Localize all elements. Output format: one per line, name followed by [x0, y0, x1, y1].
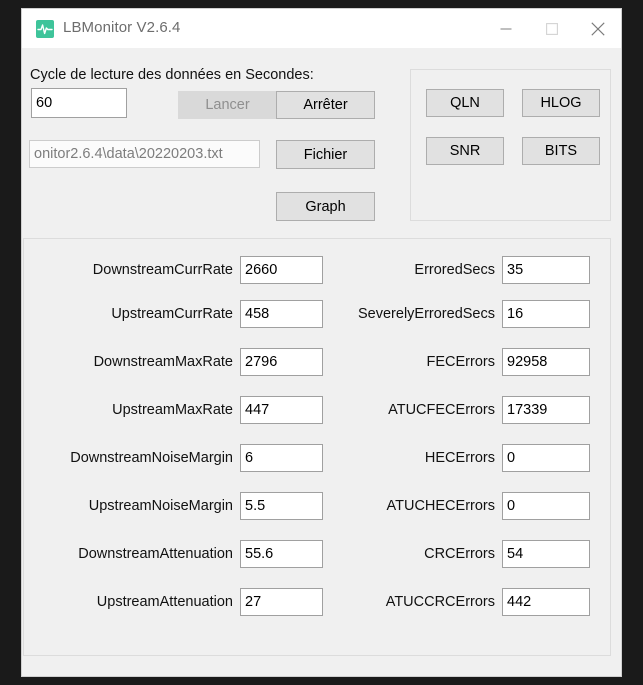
maximize-icon: [546, 22, 558, 35]
bits-button[interactable]: BITS: [522, 137, 600, 165]
minimize-icon: [500, 27, 512, 30]
stat-value-severely-errored-secs[interactable]: 16: [502, 300, 590, 328]
cycle-seconds-input[interactable]: [31, 88, 127, 118]
stat-label-atuc-fec-errors: ATUCFECErrors: [388, 402, 495, 418]
stat-value-downstream-attenuation[interactable]: 55.6: [240, 540, 323, 568]
close-icon: [591, 21, 605, 36]
stat-value-atuc-hec-errors[interactable]: 0: [502, 492, 590, 520]
stat-value-crc-errors[interactable]: 54: [502, 540, 590, 568]
file-button[interactable]: Fichier: [276, 140, 375, 169]
stat-label-upstream-max-rate: UpstreamMaxRate: [112, 402, 233, 418]
qln-button[interactable]: QLN: [426, 89, 504, 117]
stat-value-upstream-noise-margin[interactable]: 5.5: [240, 492, 323, 520]
stat-label-downstream-max-rate: DownstreamMaxRate: [93, 354, 233, 370]
hlog-button[interactable]: HLOG: [522, 89, 600, 117]
stat-label-fec-errors: FECErrors: [426, 354, 495, 370]
stat-value-upstream-attenuation[interactable]: 27: [240, 588, 323, 616]
graph-button[interactable]: Graph: [276, 192, 375, 221]
start-button[interactable]: Lancer: [178, 91, 277, 119]
stat-label-severely-errored-secs: SeverelyErroredSecs: [358, 306, 495, 322]
stat-label-downstream-noise-margin: DownstreamNoiseMargin: [70, 450, 233, 466]
pulse-waveform-icon: [36, 20, 54, 38]
stat-label-errored-secs: ErroredSecs: [414, 262, 495, 278]
window-title: LBMonitor V2.6.4: [63, 19, 181, 36]
stat-label-crc-errors: CRCErrors: [424, 546, 495, 562]
stat-label-upstream-noise-margin: UpstreamNoiseMargin: [88, 498, 233, 514]
close-button[interactable]: [575, 9, 621, 48]
stat-label-atuc-crc-errors: ATUCCRCErrors: [385, 594, 495, 610]
stat-label-downstream-curr-rate: DownstreamCurrRate: [92, 262, 233, 278]
stat-value-atuc-crc-errors[interactable]: 442: [502, 588, 590, 616]
file-path-field[interactable]: onitor2.6.4\data\20220203.txt: [29, 140, 260, 168]
stat-value-downstream-noise-margin[interactable]: 6: [240, 444, 323, 472]
stat-label-upstream-attenuation: UpstreamAttenuation: [96, 594, 233, 610]
stat-value-downstream-max-rate[interactable]: 2796: [240, 348, 323, 376]
stat-value-errored-secs[interactable]: 35: [502, 256, 590, 284]
stat-value-upstream-curr-rate[interactable]: 458: [240, 300, 323, 328]
application-window: LBMonitor V2.6.4 Cycle de lecture des do…: [21, 8, 622, 677]
stat-label-upstream-curr-rate: UpstreamCurrRate: [111, 306, 233, 322]
minimize-button[interactable]: [483, 9, 529, 48]
snr-button[interactable]: SNR: [426, 137, 504, 165]
stat-label-atuc-hec-errors: ATUCHECErrors: [386, 498, 495, 514]
stop-button[interactable]: Arrêter: [276, 91, 375, 119]
maximize-button[interactable]: [529, 9, 575, 48]
stat-value-downstream-curr-rate[interactable]: 2660: [240, 256, 323, 284]
stat-value-fec-errors[interactable]: 92958: [502, 348, 590, 376]
stat-value-atuc-fec-errors[interactable]: 17339: [502, 396, 590, 424]
stat-label-hec-errors: HECErrors: [424, 450, 495, 466]
stat-label-downstream-attenuation: DownstreamAttenuation: [78, 546, 233, 562]
cycle-label: Cycle de lecture des données en Secondes…: [30, 67, 314, 83]
stat-value-upstream-max-rate[interactable]: 447: [240, 396, 323, 424]
title-bar: LBMonitor V2.6.4: [22, 9, 621, 48]
stat-value-hec-errors[interactable]: 0: [502, 444, 590, 472]
